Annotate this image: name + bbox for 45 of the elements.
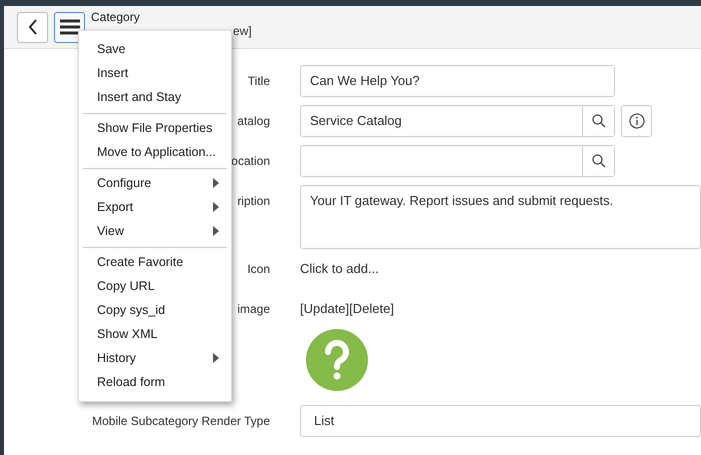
field-label: image: [237, 302, 270, 316]
select-field[interactable]: List: [300, 405, 701, 437]
info-icon: [628, 113, 644, 129]
field-label: Icon: [247, 262, 270, 276]
form-title: Category: [91, 10, 141, 24]
search-button[interactable]: [582, 146, 614, 176]
submenu-arrow-icon: [213, 178, 219, 188]
submenu-arrow-icon: [213, 202, 219, 212]
menu-item[interactable]: Create Favorite: [83, 250, 227, 274]
search-button[interactable]: [582, 106, 614, 136]
field-label: ocation: [231, 154, 270, 168]
form-subtitle: ew]: [233, 24, 252, 38]
menu-item[interactable]: Copy URL: [83, 274, 227, 298]
back-icon: [28, 19, 38, 35]
text-field[interactable]: Can We Help You?: [300, 65, 615, 97]
description-field[interactable]: Your IT gateway. Report issues and submit requests.: [300, 185, 701, 249]
add-icon-link[interactable]: Click to add...: [300, 255, 379, 283]
menu-item[interactable]: Copy sys_id: [83, 298, 227, 322]
menu-button[interactable]: [54, 12, 85, 42]
menu-item[interactable]: Configure: [83, 171, 227, 195]
image-actions[interactable]: [Update][Delete]: [300, 295, 394, 323]
field-label: atalog: [237, 114, 270, 128]
menu-item[interactable]: Insert and Stay: [83, 85, 227, 109]
menu-item[interactable]: Insert: [83, 61, 227, 85]
reference-field[interactable]: [300, 145, 615, 177]
back-button[interactable]: [17, 12, 48, 42]
question-icon: [306, 329, 368, 391]
search-icon: [592, 154, 606, 168]
search-icon: [592, 114, 606, 128]
menu-item[interactable]: History: [83, 346, 227, 370]
menu-item[interactable]: Save: [83, 37, 227, 61]
field-label: Mobile Subcategory Render Type: [92, 414, 270, 428]
menu-item[interactable]: Show XML: [83, 322, 227, 346]
menu-item[interactable]: Reload form: [83, 370, 227, 394]
info-button[interactable]: [621, 105, 652, 137]
field-label: ription: [237, 194, 270, 208]
submenu-arrow-icon: [213, 226, 219, 236]
field-label: Title: [248, 74, 270, 88]
menu-item[interactable]: Export: [83, 195, 227, 219]
menu-icon: [60, 19, 80, 35]
menu-item[interactable]: Show File Properties: [83, 116, 227, 140]
menu-item[interactable]: View: [83, 219, 227, 243]
menu-item[interactable]: Move to Application...: [83, 140, 227, 164]
submenu-arrow-icon: [213, 353, 219, 363]
reference-field[interactable]: Service Catalog: [300, 105, 615, 137]
